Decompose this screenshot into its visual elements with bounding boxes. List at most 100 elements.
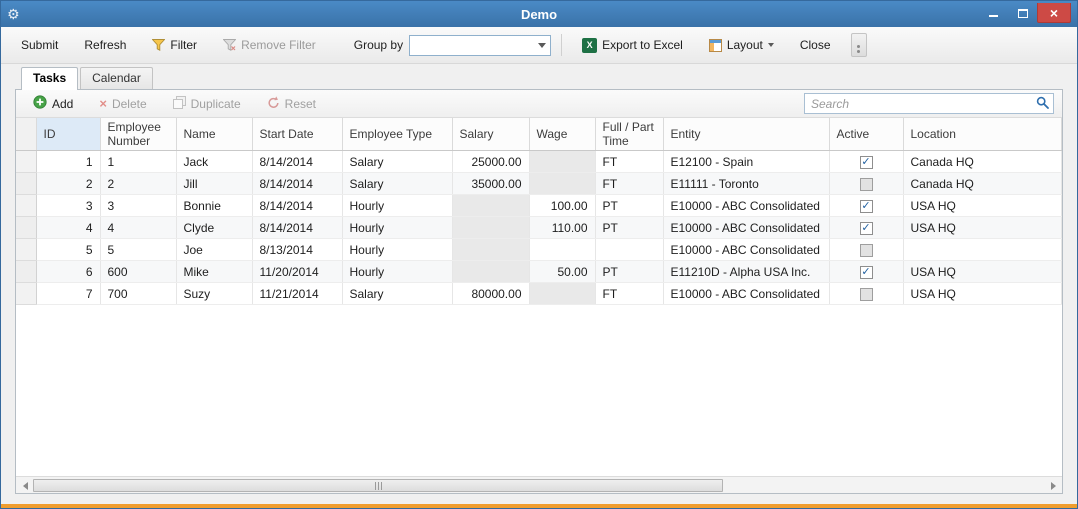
row-selector[interactable] <box>16 239 36 261</box>
checkbox-unchecked[interactable] <box>860 178 873 191</box>
cell-employee_number[interactable]: 2 <box>100 173 176 195</box>
cell-id[interactable]: 6 <box>36 261 100 283</box>
cell-name[interactable]: Jill <box>176 173 252 195</box>
row-selector-header[interactable] <box>16 118 36 151</box>
cell-wage[interactable]: 50.00 <box>529 261 595 283</box>
column-header-employee_number[interactable]: Employee Number <box>100 118 176 151</box>
cell-wage[interactable]: 100.00 <box>529 195 595 217</box>
toolbar-overflow-button[interactable] <box>851 33 867 57</box>
cell-salary[interactable]: 25000.00 <box>452 151 529 173</box>
minimize-button[interactable] <box>979 3 1008 23</box>
cell-employee_type[interactable]: Salary <box>342 151 452 173</box>
checkbox-unchecked[interactable] <box>860 244 873 257</box>
cell-salary[interactable] <box>452 195 529 217</box>
row-selector[interactable] <box>16 151 36 173</box>
cell-entity[interactable]: E10000 - ABC Consolidated <box>663 217 829 239</box>
cell-employee_type[interactable]: Hourly <box>342 261 452 283</box>
cell-full_part[interactable]: FT <box>595 173 663 195</box>
cell-name[interactable]: Suzy <box>176 283 252 305</box>
cell-salary[interactable]: 35000.00 <box>452 173 529 195</box>
column-header-full_part[interactable]: Full / Part Time <box>595 118 663 151</box>
chevron-down-icon[interactable] <box>534 39 550 52</box>
cell-wage[interactable] <box>529 239 595 261</box>
cell-full_part[interactable]: FT <box>595 283 663 305</box>
tab-calendar[interactable]: Calendar <box>80 67 153 89</box>
cell-start_date[interactable]: 8/13/2014 <box>252 239 342 261</box>
cell-name[interactable]: Bonnie <box>176 195 252 217</box>
cell-start_date[interactable]: 11/20/2014 <box>252 261 342 283</box>
scroll-right-button[interactable] <box>1045 478 1062 493</box>
cell-entity[interactable]: E12100 - Spain <box>663 151 829 173</box>
column-header-name[interactable]: Name <box>176 118 252 151</box>
cell-full_part[interactable]: PT <box>595 217 663 239</box>
cell-full_part[interactable] <box>595 239 663 261</box>
cell-entity[interactable]: E11210D - Alpha USA Inc. <box>663 261 829 283</box>
cell-entity[interactable]: E10000 - ABC Consolidated <box>663 239 829 261</box>
close-toolbar-button[interactable]: Close <box>790 33 841 57</box>
reset-button[interactable]: Reset <box>258 93 325 114</box>
cell-location[interactable]: Canada HQ <box>903 173 1062 195</box>
checkbox-checked[interactable]: ✓ <box>860 200 873 213</box>
close-button[interactable]: × <box>1037 3 1071 23</box>
cell-salary[interactable] <box>452 217 529 239</box>
column-header-entity[interactable]: Entity <box>663 118 829 151</box>
cell-id[interactable]: 2 <box>36 173 100 195</box>
cell-full_part[interactable]: FT <box>595 151 663 173</box>
cell-wage[interactable] <box>529 151 595 173</box>
cell-wage[interactable]: 110.00 <box>529 217 595 239</box>
layout-button[interactable]: Layout <box>699 33 784 57</box>
checkbox-checked[interactable]: ✓ <box>860 266 873 279</box>
cell-active[interactable]: ✓ <box>829 217 903 239</box>
cell-active[interactable] <box>829 283 903 305</box>
submit-button[interactable]: Submit <box>11 33 68 57</box>
cell-active[interactable] <box>829 239 903 261</box>
checkbox-unchecked[interactable] <box>860 288 873 301</box>
row-selector[interactable] <box>16 261 36 283</box>
cell-salary[interactable]: 80000.00 <box>452 283 529 305</box>
cell-employee_number[interactable]: 600 <box>100 261 176 283</box>
cell-name[interactable]: Joe <box>176 239 252 261</box>
cell-full_part[interactable]: PT <box>595 261 663 283</box>
cell-start_date[interactable]: 8/14/2014 <box>252 195 342 217</box>
checkbox-checked[interactable]: ✓ <box>860 222 873 235</box>
column-header-active[interactable]: Active <box>829 118 903 151</box>
scrollbar-thumb[interactable] <box>33 479 723 492</box>
cell-active[interactable]: ✓ <box>829 151 903 173</box>
column-header-employee_type[interactable]: Employee Type <box>342 118 452 151</box>
maximize-button[interactable] <box>1008 3 1037 23</box>
add-button[interactable]: Add <box>24 92 82 115</box>
cell-active[interactable]: ✓ <box>829 261 903 283</box>
cell-employee_type[interactable]: Salary <box>342 283 452 305</box>
tab-tasks[interactable]: Tasks <box>21 67 78 90</box>
filter-button[interactable]: Filter <box>142 33 207 57</box>
checkbox-checked[interactable]: ✓ <box>860 156 873 169</box>
cell-name[interactable]: Jack <box>176 151 252 173</box>
cell-location[interactable] <box>903 239 1062 261</box>
delete-button[interactable]: × Delete <box>90 94 155 114</box>
cell-id[interactable]: 5 <box>36 239 100 261</box>
column-header-start_date[interactable]: Start Date <box>252 118 342 151</box>
cell-active[interactable] <box>829 173 903 195</box>
column-header-salary[interactable]: Salary <box>452 118 529 151</box>
cell-start_date[interactable]: 8/14/2014 <box>252 217 342 239</box>
column-header-location[interactable]: Location <box>903 118 1062 151</box>
cell-employee_number[interactable]: 700 <box>100 283 176 305</box>
cell-salary[interactable] <box>452 239 529 261</box>
export-to-excel-button[interactable]: X Export to Excel <box>572 33 693 58</box>
cell-start_date[interactable]: 8/14/2014 <box>252 173 342 195</box>
refresh-button[interactable]: Refresh <box>74 33 136 57</box>
row-selector[interactable] <box>16 283 36 305</box>
cell-id[interactable]: 4 <box>36 217 100 239</box>
cell-id[interactable]: 3 <box>36 195 100 217</box>
scroll-left-button[interactable] <box>16 478 33 493</box>
cell-employee_number[interactable]: 3 <box>100 195 176 217</box>
row-selector[interactable] <box>16 173 36 195</box>
column-header-wage[interactable]: Wage <box>529 118 595 151</box>
cell-employee_type[interactable]: Hourly <box>342 217 452 239</box>
cell-id[interactable]: 7 <box>36 283 100 305</box>
column-header-id[interactable]: ID <box>36 118 100 151</box>
cell-name[interactable]: Clyde <box>176 217 252 239</box>
remove-filter-button[interactable]: Remove Filter <box>213 33 326 57</box>
row-selector[interactable] <box>16 217 36 239</box>
cell-employee_type[interactable]: Hourly <box>342 195 452 217</box>
